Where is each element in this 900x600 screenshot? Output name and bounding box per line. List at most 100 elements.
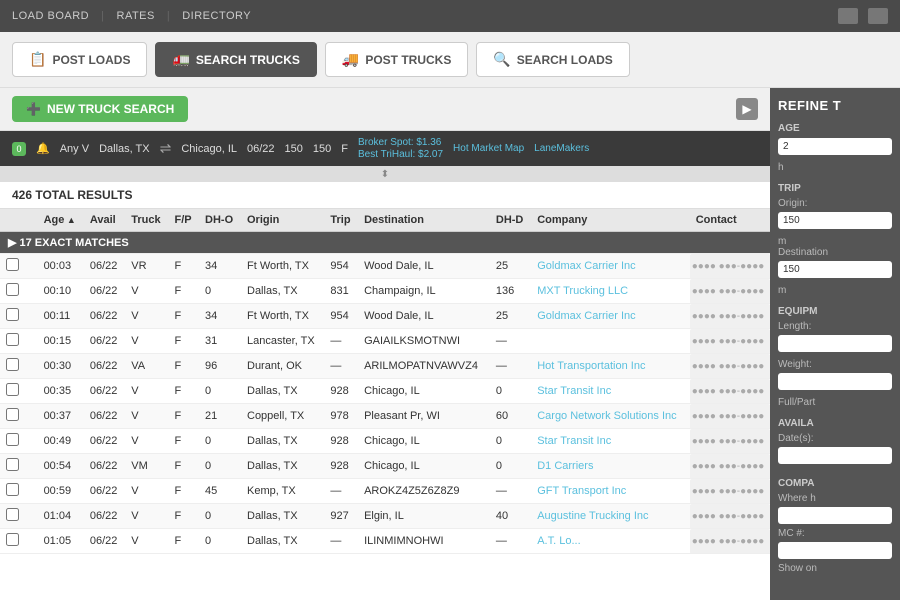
where-input[interactable] bbox=[778, 507, 892, 524]
row-dhd-0: 25 bbox=[490, 254, 531, 279]
nav-load-board[interactable]: LOAD BOARD bbox=[12, 10, 89, 22]
col-origin[interactable]: Origin bbox=[241, 209, 324, 232]
row-checkbox-0[interactable] bbox=[6, 258, 19, 271]
row-dho-1: 0 bbox=[199, 279, 241, 304]
col-trip[interactable]: Trip bbox=[324, 209, 358, 232]
row-contact-4: ●●●● ●●●-●●●● bbox=[690, 354, 770, 379]
table-row[interactable]: 00:30 06/22 VA F 96 Durant, OK — ARILMOP… bbox=[0, 354, 770, 379]
collapse-panel-button[interactable]: ▶ bbox=[736, 98, 758, 120]
row-checkbox-9[interactable] bbox=[6, 483, 19, 496]
tab-post-trucks[interactable]: 🚚 POST TRUCKS bbox=[325, 42, 468, 77]
mc-input[interactable] bbox=[778, 542, 892, 559]
row-company-10[interactable]: Augustine Trucking Inc bbox=[531, 504, 690, 529]
row-contact-5: ●●●● ●●●-●●●● bbox=[690, 379, 770, 404]
table-row[interactable]: 01:04 06/22 V F 0 Dallas, TX 927 Elgin, … bbox=[0, 504, 770, 529]
row-checkbox-1[interactable] bbox=[6, 283, 19, 296]
col-age[interactable]: Age bbox=[38, 209, 84, 232]
col-fp[interactable]: F/P bbox=[169, 209, 199, 232]
table-row[interactable]: 00:35 06/22 V F 0 Dallas, TX 928 Chicago… bbox=[0, 379, 770, 404]
row-avail-7: 06/22 bbox=[84, 429, 125, 454]
row-checkbox-4[interactable] bbox=[6, 358, 19, 371]
row-checkbox-8[interactable] bbox=[6, 458, 19, 471]
row-fp-0: F bbox=[169, 254, 199, 279]
company-field-row: Where h bbox=[778, 493, 892, 528]
transfer-arrows-icon: ⇌ bbox=[160, 140, 172, 157]
row-company-4[interactable]: Hot Transportation Inc bbox=[531, 354, 690, 379]
row-company-2[interactable]: Goldmax Carrier Inc bbox=[531, 304, 690, 329]
top-nav-icons bbox=[838, 8, 888, 24]
row-dhd-11: — bbox=[490, 529, 531, 554]
tab-search-trucks[interactable]: 🚛 SEARCH TRUCKS bbox=[155, 42, 316, 77]
row-checkbox-2[interactable] bbox=[6, 308, 19, 321]
nav-directory[interactable]: DIRECTORY bbox=[182, 10, 251, 22]
lane-makers-link[interactable]: LaneMakers bbox=[534, 143, 589, 154]
row-avail-8: 06/22 bbox=[84, 454, 125, 479]
col-contact[interactable]: Contact bbox=[690, 209, 770, 232]
row-company-3[interactable] bbox=[531, 329, 690, 354]
tab-search-loads[interactable]: 🔍 SEARCH LOADS bbox=[476, 42, 629, 77]
length-input[interactable] bbox=[778, 335, 892, 352]
row-checkbox-7[interactable] bbox=[6, 433, 19, 446]
best-trihaul-link[interactable]: Best TriHaul: $2.07 bbox=[358, 149, 443, 160]
row-dho-6: 21 bbox=[199, 404, 241, 429]
table-row[interactable]: 00:03 06/22 VR F 34 Ft Worth, TX 954 Woo… bbox=[0, 254, 770, 279]
table-row[interactable]: 00:37 06/22 V F 21 Coppell, TX 978 Pleas… bbox=[0, 404, 770, 429]
table-row[interactable]: 00:10 06/22 V F 0 Dallas, TX 831 Champai… bbox=[0, 279, 770, 304]
left-panel: ➕ NEW TRUCK SEARCH ▶ 0 🔔 Any V Dallas, T… bbox=[0, 88, 770, 600]
company-section-label: COMPA bbox=[778, 478, 892, 489]
broker-spot-link[interactable]: Broker Spot: $1.36 bbox=[358, 137, 443, 148]
col-destination[interactable]: Destination bbox=[358, 209, 490, 232]
results-table-wrap[interactable]: Age Avail Truck F/P DH-O Origin Trip Des… bbox=[0, 209, 770, 600]
nav-icon-briefcase[interactable] bbox=[868, 8, 888, 24]
row-age-9: 00:59 bbox=[38, 479, 84, 504]
table-row[interactable]: 00:15 06/22 V F 31 Lancaster, TX — GAIAI… bbox=[0, 329, 770, 354]
col-truck[interactable]: Truck bbox=[125, 209, 168, 232]
row-destination-4: ARILMOPATNVAWVZ4 bbox=[358, 354, 490, 379]
weight-input[interactable] bbox=[778, 373, 892, 390]
new-search-button[interactable]: ➕ NEW TRUCK SEARCH bbox=[12, 96, 188, 122]
table-row[interactable]: 00:49 06/22 V F 0 Dallas, TX 928 Chicago… bbox=[0, 429, 770, 454]
row-truck-8: VM bbox=[125, 454, 168, 479]
col-company[interactable]: Company bbox=[531, 209, 690, 232]
col-avail[interactable]: Avail bbox=[84, 209, 125, 232]
length-label: Length: bbox=[778, 321, 892, 332]
row-company-0[interactable]: Goldmax Carrier Inc bbox=[531, 254, 690, 279]
nav-rates[interactable]: RATES bbox=[117, 10, 155, 22]
search-loads-icon: 🔍 bbox=[493, 51, 510, 68]
row-checkbox-3[interactable] bbox=[6, 333, 19, 346]
search-dhd: 150 bbox=[313, 143, 331, 155]
scroll-indicator[interactable]: ⬍ bbox=[0, 166, 770, 182]
row-checkbox-10[interactable] bbox=[6, 508, 19, 521]
origin-input[interactable] bbox=[778, 212, 892, 229]
table-row[interactable]: 00:11 06/22 V F 34 Ft Worth, TX 954 Wood… bbox=[0, 304, 770, 329]
row-checkbox-6[interactable] bbox=[6, 408, 19, 421]
table-row[interactable]: 00:54 06/22 VM F 0 Dallas, TX 928 Chicag… bbox=[0, 454, 770, 479]
row-truck-0: VR bbox=[125, 254, 168, 279]
refine-panel: REFINE T AGE h TRIP Origin: m Destinatio… bbox=[770, 88, 900, 600]
age-input[interactable] bbox=[778, 138, 892, 155]
col-dho[interactable]: DH-O bbox=[199, 209, 241, 232]
row-company-11[interactable]: A.T. Lo... bbox=[531, 529, 690, 554]
table-row[interactable]: 01:05 06/22 V F 0 Dallas, TX — ILINMIMNO… bbox=[0, 529, 770, 554]
row-contact-8: ●●●● ●●●-●●●● bbox=[690, 454, 770, 479]
row-checkbox-11[interactable] bbox=[6, 533, 19, 546]
col-dhd[interactable]: DH-D bbox=[490, 209, 531, 232]
row-dhd-5: 0 bbox=[490, 379, 531, 404]
origin-field-row: Origin: m bbox=[778, 198, 892, 247]
table-row[interactable]: 00:59 06/22 V F 45 Kemp, TX — AROKZ4Z5Z6… bbox=[0, 479, 770, 504]
nav-icon-truck[interactable] bbox=[838, 8, 858, 24]
hot-market-link[interactable]: Hot Market Map bbox=[453, 143, 524, 154]
active-indicator: 0 bbox=[12, 142, 26, 156]
row-contact-0: ●●●● ●●●-●●●● bbox=[690, 254, 770, 279]
dates-input[interactable] bbox=[778, 447, 892, 464]
row-company-6[interactable]: Cargo Network Solutions Inc bbox=[531, 404, 690, 429]
tab-post-loads[interactable]: 📋 POST LOADS bbox=[12, 42, 147, 77]
row-company-8[interactable]: D1 Carriers bbox=[531, 454, 690, 479]
row-company-1[interactable]: MXT Trucking LLC bbox=[531, 279, 690, 304]
age-section-label: AGE bbox=[778, 123, 892, 134]
row-company-5[interactable]: Star Transit Inc bbox=[531, 379, 690, 404]
row-checkbox-5[interactable] bbox=[6, 383, 19, 396]
row-company-7[interactable]: Star Transit Inc bbox=[531, 429, 690, 454]
destination-input[interactable] bbox=[778, 261, 892, 278]
row-company-9[interactable]: GFT Transport Inc bbox=[531, 479, 690, 504]
